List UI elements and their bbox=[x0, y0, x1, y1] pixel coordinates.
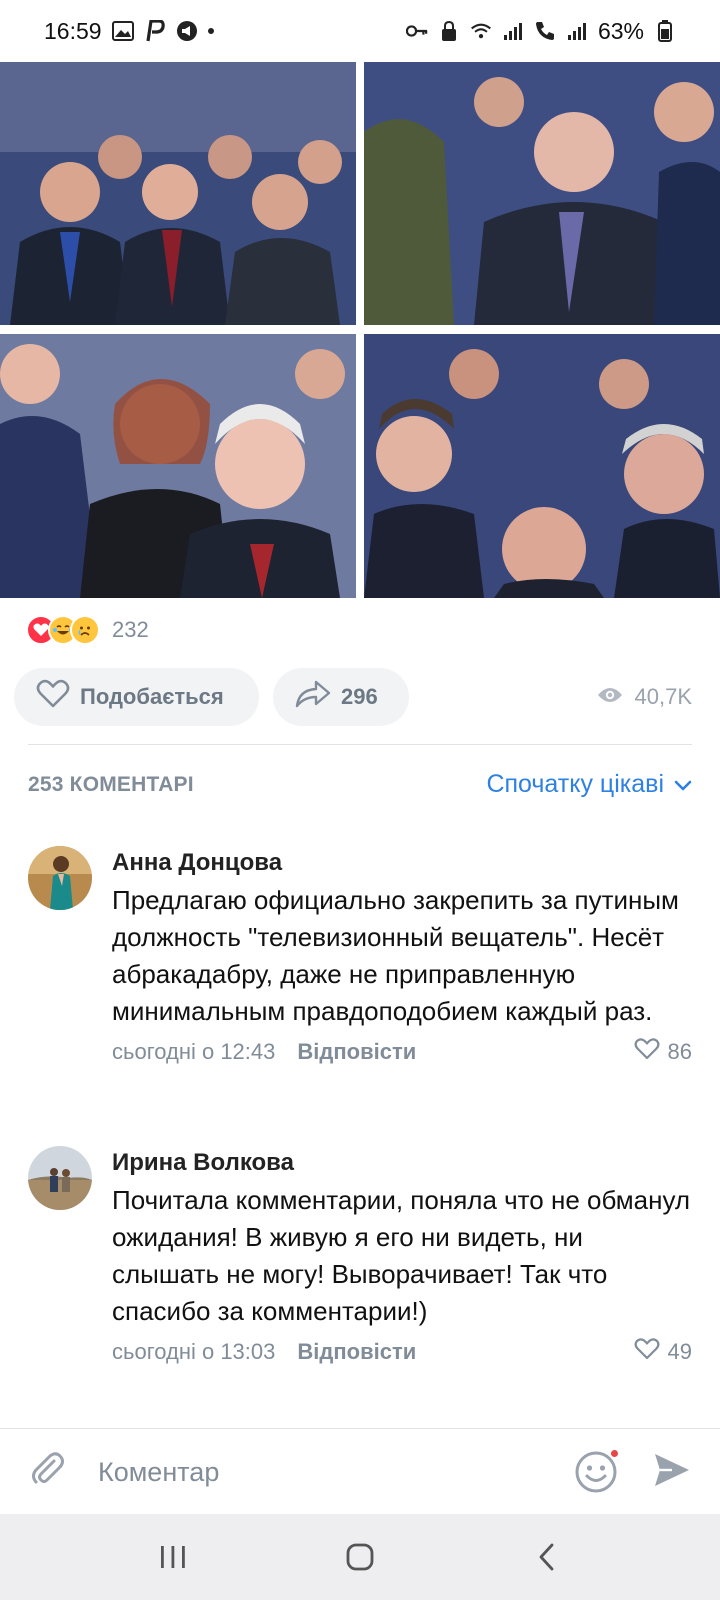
battery-icon bbox=[654, 20, 676, 42]
comment-body: Ирина Волкова Почитала комментарии, поня… bbox=[112, 1146, 692, 1368]
system-nav-bar bbox=[0, 1514, 720, 1600]
send-icon[interactable] bbox=[652, 1451, 692, 1494]
status-left: 16:59 bbox=[44, 18, 214, 45]
reactions-count: 232 bbox=[112, 617, 149, 642]
recent-apps-icon[interactable] bbox=[153, 1537, 193, 1577]
photo-audience-2[interactable] bbox=[364, 62, 720, 325]
photo-audience-4[interactable] bbox=[364, 334, 720, 598]
more-notifications-dot bbox=[207, 28, 214, 34]
signal-icon bbox=[502, 20, 524, 42]
p-app-icon bbox=[144, 20, 166, 42]
megaphone-icon bbox=[176, 20, 198, 42]
share-button[interactable]: 296 bbox=[273, 668, 409, 726]
comment-input[interactable]: Коментар bbox=[98, 1457, 574, 1488]
wifi-icon bbox=[470, 20, 492, 42]
comment-composer: Коментар bbox=[0, 1430, 720, 1514]
comment-meta: сьогодні о 13:03 Відповісти 49 bbox=[112, 1336, 692, 1368]
emoji-button[interactable] bbox=[574, 1448, 620, 1494]
avatar[interactable] bbox=[28, 846, 92, 910]
reply-button[interactable]: Відповісти bbox=[297, 1339, 416, 1365]
reactions-summary[interactable]: 232 bbox=[26, 612, 149, 648]
comment-like-button[interactable]: 49 bbox=[634, 1338, 692, 1366]
comments-count: 253 КОМЕНТАРІ bbox=[28, 772, 194, 796]
comment-text: Почитала комментарии, поняла что не обма… bbox=[112, 1185, 691, 1326]
reply-button[interactable]: Відповісти bbox=[297, 1039, 416, 1065]
heart-outline-icon bbox=[634, 1038, 660, 1066]
sort-label: Спочатку цікаві bbox=[486, 770, 664, 798]
key-icon bbox=[405, 20, 428, 42]
views-count: 40,7K bbox=[634, 684, 693, 709]
lock-icon bbox=[438, 20, 460, 42]
heart-outline-icon bbox=[634, 1338, 660, 1366]
comments-header: 253 КОМЕНТАРІ Спочатку цікаві bbox=[28, 770, 692, 799]
avatar[interactable] bbox=[28, 1146, 92, 1210]
divider bbox=[0, 1428, 720, 1429]
status-bar: 16:59 63% bbox=[0, 0, 720, 62]
gallery-icon bbox=[111, 20, 134, 42]
like-label: Подобається bbox=[80, 684, 224, 709]
share-arrow-icon bbox=[295, 680, 331, 714]
battery-level: 63% bbox=[597, 17, 644, 44]
chevron-down-icon bbox=[674, 770, 692, 799]
signal-icon bbox=[566, 20, 588, 42]
post-photo-grid bbox=[0, 62, 720, 598]
post-actions: Подобається 296 40,7K bbox=[14, 668, 706, 726]
comment-meta: сьогодні о 12:43 Відповісти 86 bbox=[112, 1036, 692, 1068]
heart-outline-icon bbox=[36, 679, 70, 715]
views-counter: 40,7K bbox=[597, 684, 707, 710]
comment-time: сьогодні о 13:03 bbox=[112, 1339, 276, 1364]
home-icon[interactable] bbox=[340, 1537, 380, 1577]
status-right: 63% bbox=[405, 17, 676, 45]
attach-paperclip-icon[interactable] bbox=[28, 1450, 68, 1495]
photo-audience-3[interactable] bbox=[0, 334, 356, 598]
share-count: 296 bbox=[341, 684, 378, 709]
comment-text: Предлагаю официально закрепить за путины… bbox=[112, 885, 679, 1026]
eye-icon bbox=[597, 684, 623, 710]
comment-author[interactable]: Ирина Волкова bbox=[112, 1146, 692, 1180]
comment-like-button[interactable]: 86 bbox=[634, 1038, 692, 1066]
sort-dropdown[interactable]: Спочатку цікаві bbox=[486, 770, 692, 799]
back-icon[interactable] bbox=[527, 1537, 567, 1577]
divider bbox=[28, 744, 692, 745]
status-time: 16:59 bbox=[44, 17, 102, 44]
crying-reaction-icon bbox=[70, 615, 100, 645]
call-icon bbox=[534, 20, 556, 42]
photo-audience-1[interactable] bbox=[0, 62, 356, 325]
comment-like-count: 49 bbox=[667, 1339, 692, 1364]
comment-time: сьогодні о 12:43 bbox=[112, 1039, 276, 1064]
like-button[interactable]: Подобається bbox=[14, 668, 259, 726]
notification-dot bbox=[609, 1448, 620, 1459]
comment-body: Анна Донцова Предлагаю официально закреп… bbox=[112, 846, 692, 1068]
comment-author[interactable]: Анна Донцова bbox=[112, 846, 692, 880]
comment-like-count: 86 bbox=[667, 1039, 692, 1064]
